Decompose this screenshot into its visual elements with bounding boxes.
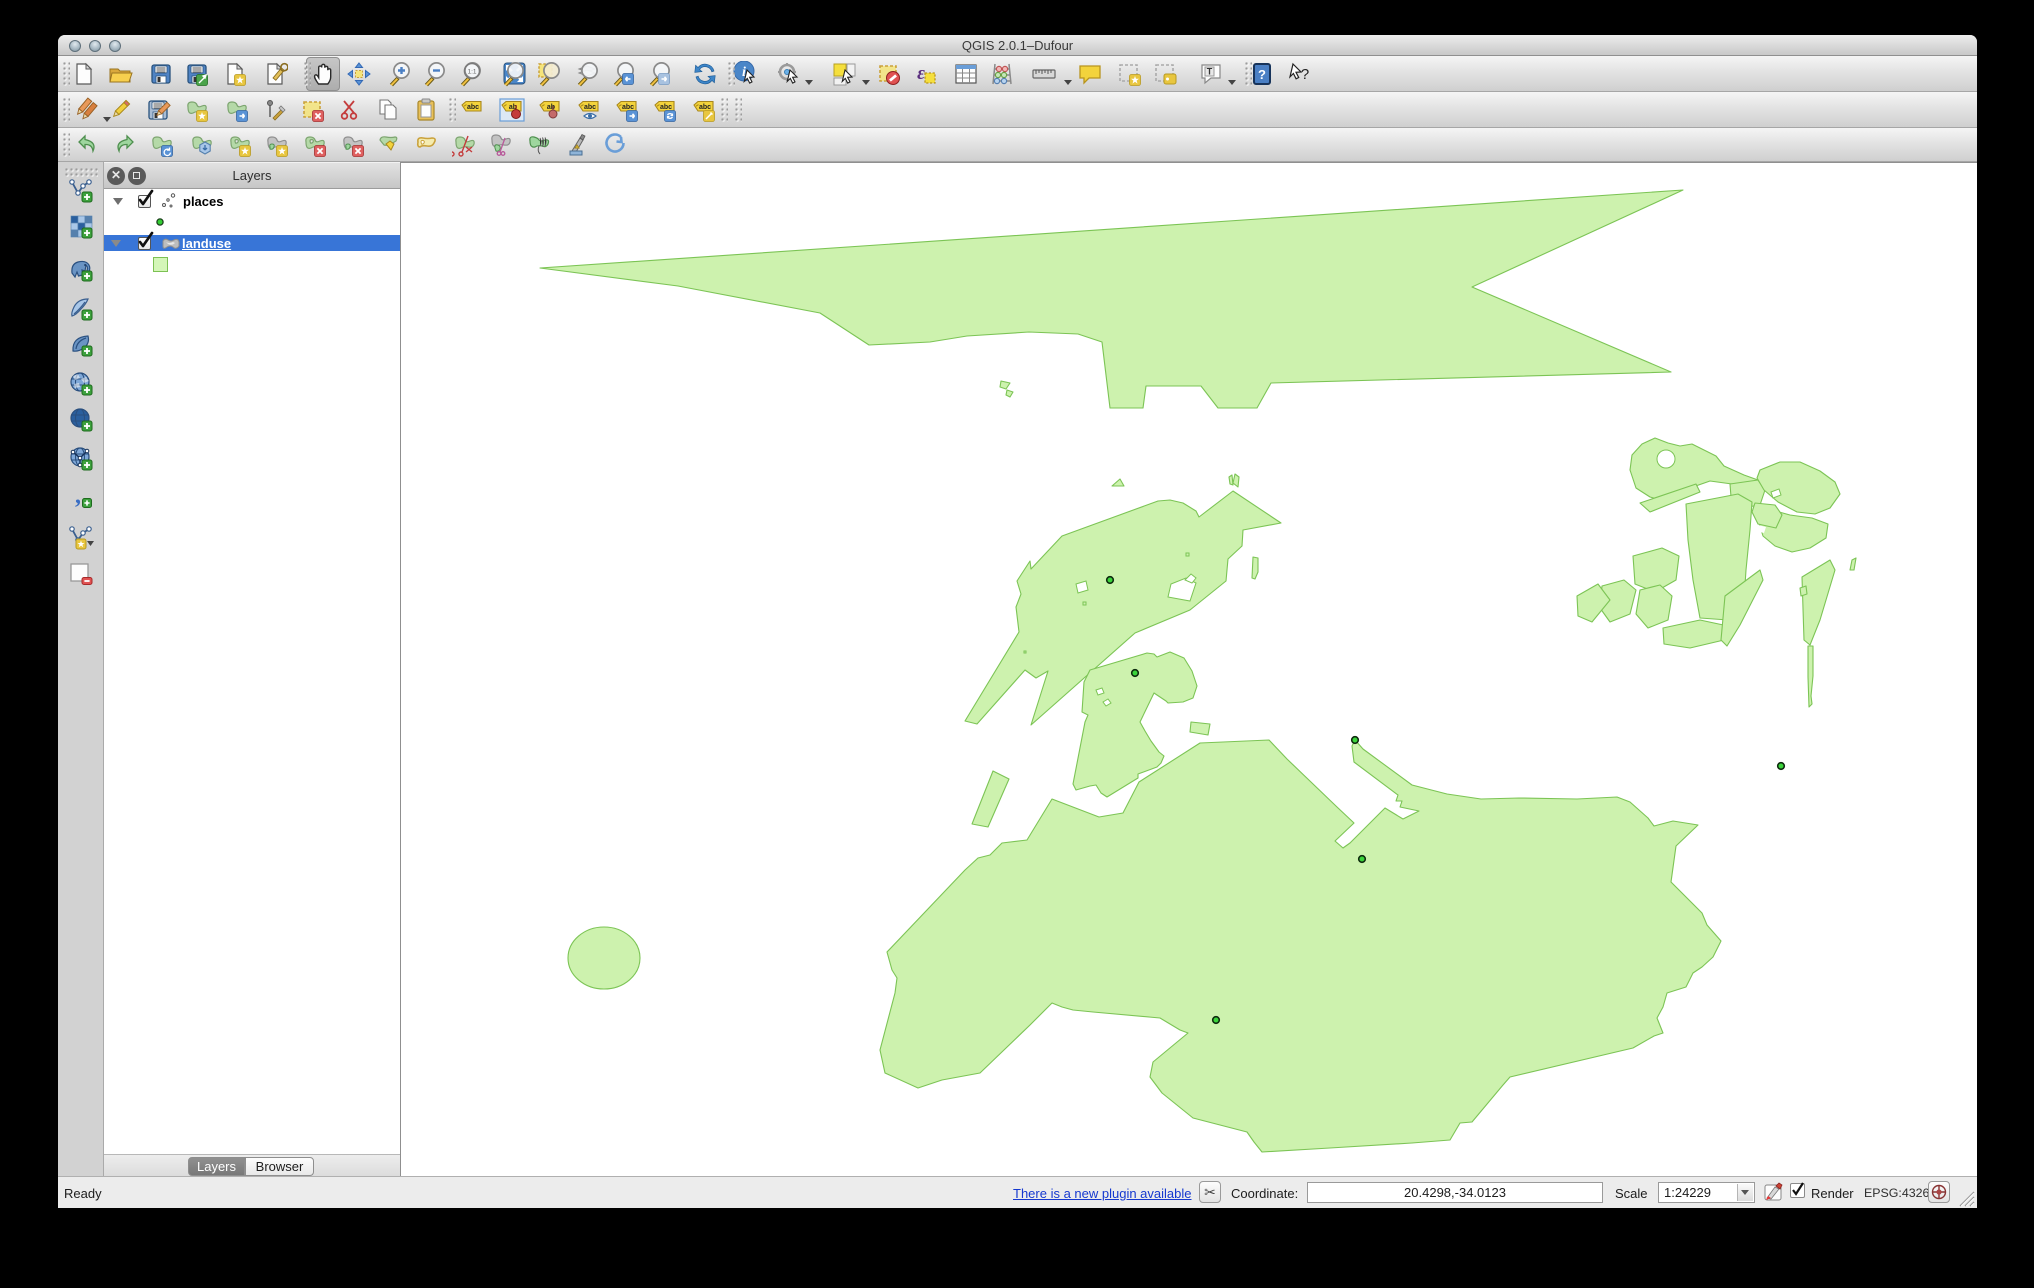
svg-text:1:1: 1:1 (467, 69, 476, 76)
svg-text:abc: abc (699, 104, 711, 111)
svg-text:?: ? (1301, 66, 1309, 83)
svg-text:?: ? (1258, 67, 1266, 82)
svg-text:ε: ε (917, 63, 925, 84)
svg-text:abc: abc (467, 104, 479, 111)
svg-text:abc: abc (622, 104, 634, 111)
svg-text:abc: abc (660, 104, 672, 111)
svg-text:,: , (75, 484, 81, 509)
svg-text:abc: abc (584, 104, 596, 111)
svg-text:T: T (1207, 67, 1213, 77)
